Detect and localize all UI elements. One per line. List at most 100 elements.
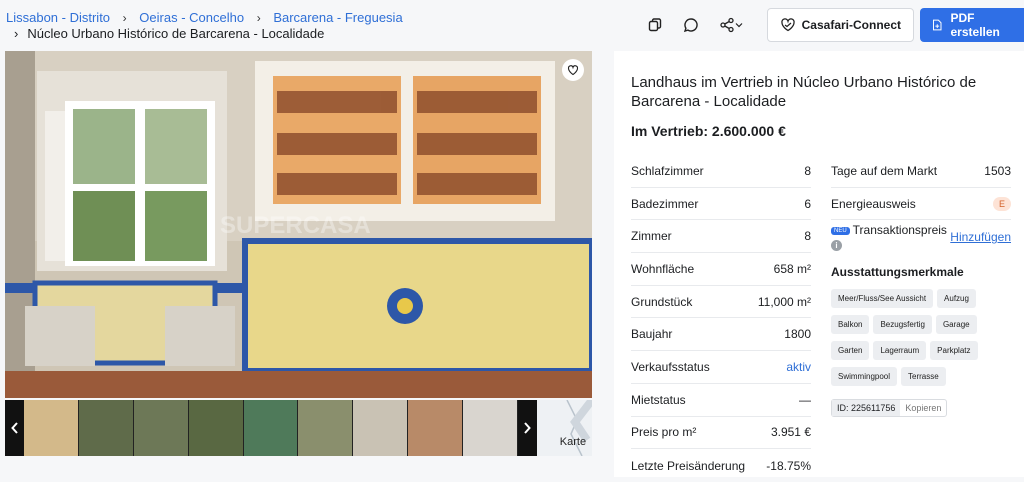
feature-tag: Balkon — [831, 315, 870, 334]
thumbnail[interactable] — [243, 400, 298, 456]
detail-label: Zimmer — [631, 229, 672, 244]
feature-tag: Garten — [831, 341, 870, 360]
room-photo-illustration: SUPERCASA — [5, 51, 592, 398]
detail-value: 1800 — [784, 327, 811, 342]
main-photo[interactable]: SUPERCASA — [5, 51, 592, 398]
toolbar: Casafari-Connect PDF erstellen — [639, 8, 1024, 42]
feature-tag: Swimmingpool — [831, 367, 898, 386]
copy-icon — [648, 18, 661, 32]
transaction-price-label: Transaktionspreis — [852, 223, 947, 238]
detail-row: Mietstatus — — [631, 384, 811, 417]
days-on-market-label: Tage auf dem Markt — [831, 163, 938, 178]
map-label: Karte — [559, 436, 587, 448]
detail-label: Baujahr — [631, 327, 673, 342]
comment-button[interactable] — [675, 9, 707, 41]
detail-row: Preis pro m² 3.951 € — [631, 417, 811, 450]
share-button[interactable] — [711, 9, 751, 41]
breadcrumb-separator: › — [14, 26, 19, 41]
previous-photo-button[interactable] — [5, 400, 25, 456]
top-bar: Lissabon - Distrito › Oeiras - Concelho … — [0, 0, 1024, 48]
thumbnail[interactable] — [462, 400, 517, 456]
features-heading: Ausstattungsmerkmale — [831, 265, 964, 279]
detail-row: Grundstück 11,000 m² — [631, 286, 811, 319]
thumbnail[interactable] — [133, 400, 188, 456]
detail-value: 6 — [804, 196, 811, 211]
market-details: Tage auf dem Markt 1503 Energieausweis E N… — [831, 155, 1011, 253]
feature-tag: Terrasse — [901, 367, 946, 386]
feature-tag: Lagerraum — [873, 341, 927, 360]
detail-row: Zimmer 8 — [631, 220, 811, 254]
energy-label: Energieausweis — [831, 196, 916, 211]
detail-label: Wohnfläche — [631, 261, 695, 276]
thumbnail[interactable] — [408, 400, 462, 456]
breadcrumb-parish[interactable]: Barcarena - Freguesia — [273, 10, 402, 25]
feature-tag: Aufzug — [937, 289, 976, 308]
feature-tag: Bezugsfertig — [873, 315, 932, 334]
thumbnail[interactable] — [79, 400, 133, 456]
heart-icon — [567, 65, 579, 76]
detail-row: Baujahr 1800 — [631, 318, 811, 352]
listing-panel: Landhaus im Vertrieb in Núcleo Urbano Hi… — [614, 51, 1024, 477]
pdf-icon — [933, 19, 942, 31]
map-thumbnail[interactable]: Karte — [537, 397, 596, 457]
breadcrumb-separator: › — [256, 11, 261, 25]
detail-value: 11,000 m² — [757, 294, 811, 309]
detail-label: Badezimmer — [631, 196, 699, 211]
copy-id-button[interactable]: Kopieren — [900, 403, 946, 413]
breadcrumb-separator: › — [122, 11, 127, 25]
sales-status-link[interactable]: aktiv — [786, 360, 811, 374]
connect-icon — [780, 18, 795, 32]
transaction-price-label-group: NEU Transaktionspreis i — [831, 223, 947, 252]
thumbnail[interactable] — [188, 400, 243, 456]
detail-row: Verkaufsstatus aktiv — [631, 351, 811, 384]
listing-title: Landhaus im Vertrieb in Núcleo Urbano Hi… — [631, 74, 977, 110]
energy-rating-badge: E — [993, 196, 1011, 211]
detail-row: Badezimmer 6 — [631, 188, 811, 221]
detail-value: — — [799, 392, 811, 407]
watermark-text: SUPERCASA — [220, 212, 371, 239]
detail-value: 8 — [804, 229, 811, 244]
detail-label: Grundstück — [631, 294, 693, 309]
listing-id-box: ID: 225611756 Kopieren — [831, 399, 948, 417]
next-photo-button[interactable] — [517, 400, 538, 456]
detail-label: Mietstatus — [631, 392, 686, 407]
breadcrumb-current: Núcleo Urbano Histórico de Barcarena - L… — [27, 26, 325, 41]
info-icon[interactable]: i — [831, 240, 842, 252]
detail-label: Preis pro m² — [631, 425, 697, 440]
copy-button[interactable] — [639, 9, 671, 41]
casafari-connect-button[interactable]: Casafari-Connect — [766, 8, 914, 42]
detail-row: Energieausweis E — [831, 188, 1011, 221]
property-details: Schlafzimmer 8 Badezimmer 6 Zimmer 8 Wohnfl… — [631, 155, 811, 482]
detail-row: Tage auf dem Markt 1503 — [831, 155, 1011, 188]
favorite-button[interactable] — [562, 59, 584, 81]
breadcrumb: Lissabon - Distrito › Oeiras - Concelho … — [6, 10, 403, 42]
pdf-create-button[interactable]: PDF erstellen — [920, 8, 1024, 42]
chevron-right-icon — [524, 422, 532, 434]
comment-icon — [683, 18, 698, 33]
add-transaction-price-link[interactable]: Hinzufügen — [950, 230, 1011, 244]
detail-row: Wohnfläche 658 m² — [631, 253, 811, 286]
detail-label: Schlafzimmer — [631, 163, 704, 178]
days-on-market-value: 1503 — [984, 163, 1011, 178]
pdf-create-label: PDF erstellen — [950, 11, 1000, 39]
detail-value: 658 m² — [773, 261, 811, 276]
feature-tag: Parkplatz — [930, 341, 978, 360]
detail-row: Schlafzimmer 8 — [631, 155, 811, 188]
casafari-connect-label: Casafari-Connect — [801, 18, 901, 32]
feature-tag: Garage — [935, 315, 977, 334]
detail-row: NEU Transaktionspreis i Hinzufügen — [831, 220, 1011, 253]
thumbnail[interactable] — [24, 400, 79, 456]
new-badge: NEU — [831, 227, 850, 236]
breadcrumb-municipality[interactable]: Oeiras - Concelho — [139, 10, 244, 25]
listing-id: ID: 225611756 — [832, 400, 901, 416]
features-list: Meer/Fluss/See Aussicht Aufzug Balkon Be… — [831, 289, 1011, 393]
detail-value: 8 — [804, 163, 811, 178]
chevron-down-icon — [735, 23, 743, 28]
thumbnail[interactable] — [353, 400, 408, 456]
detail-value: 3.951 € — [770, 425, 811, 440]
detail-label: Letzte Preisänderung — [631, 458, 746, 473]
feature-tag: Meer/Fluss/See Aussicht — [831, 289, 934, 308]
breadcrumb-district[interactable]: Lissabon - Distrito — [6, 10, 110, 25]
thumbnail[interactable] — [298, 400, 353, 456]
detail-label: Verkaufsstatus — [631, 359, 710, 374]
